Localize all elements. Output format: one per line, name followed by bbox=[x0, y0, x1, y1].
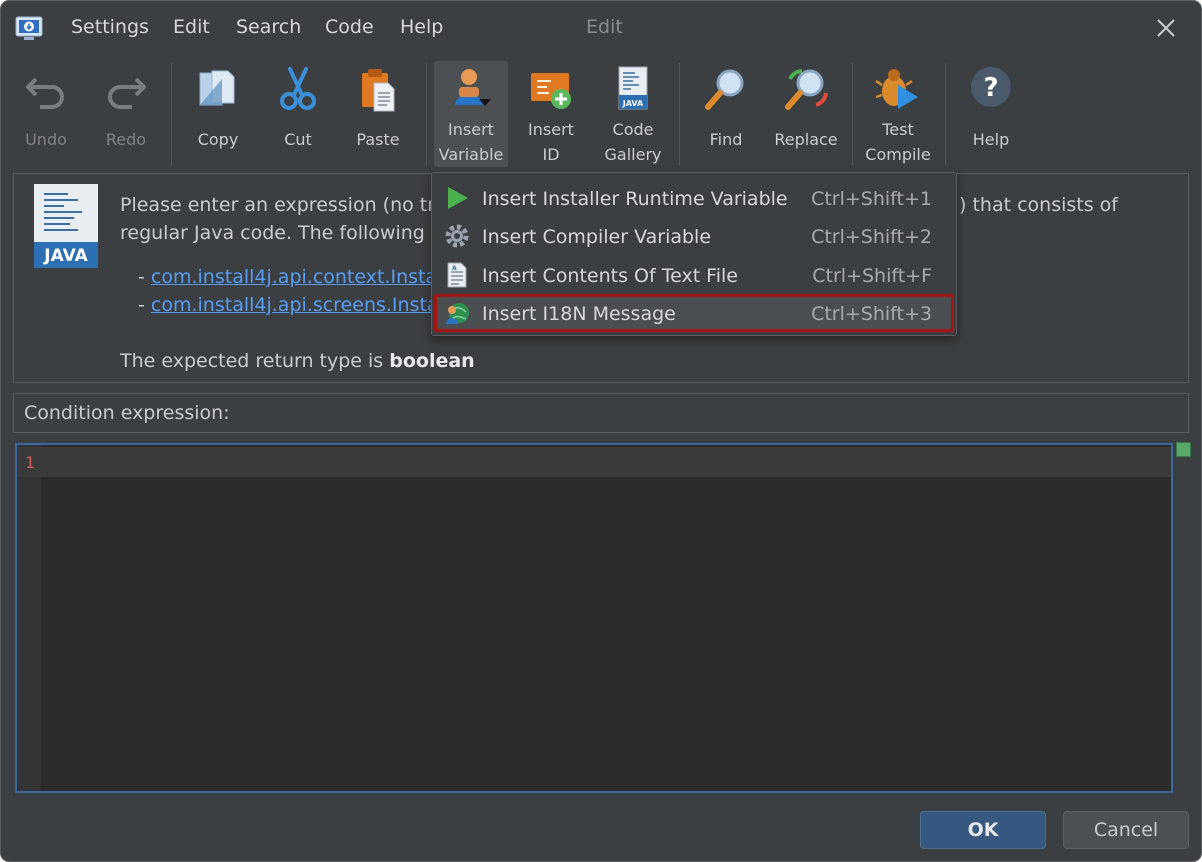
info-link-2-row: - com.install4j.api.screens.Instal bbox=[138, 294, 444, 316]
replace-label: Replace bbox=[774, 130, 838, 149]
java-file-icon: JAVA bbox=[618, 66, 648, 110]
condition-expression-label: Condition expression: bbox=[24, 402, 230, 424]
window-title: Edit bbox=[586, 16, 623, 38]
condition-label-bar: Condition expression: bbox=[13, 393, 1189, 433]
menu-edit[interactable]: Edit bbox=[173, 16, 210, 38]
svg-text:JAVA: JAVA bbox=[622, 99, 644, 108]
return-type-text: The expected return type is boolean bbox=[120, 350, 475, 372]
help-label: Help bbox=[972, 130, 1010, 149]
paste-label: Paste bbox=[356, 130, 400, 149]
test-compile-label-2: Compile bbox=[865, 145, 931, 164]
info-line-1a: Please enter an expression (no tra bbox=[120, 194, 447, 216]
close-icon[interactable] bbox=[1153, 15, 1179, 41]
menu-item-compiler-variable[interactable]: Insert Compiler Variable Ctrl+Shift+2 bbox=[434, 217, 954, 255]
menu-search[interactable]: Search bbox=[236, 16, 301, 38]
text-file-icon: A bbox=[447, 262, 467, 288]
insert-variable-label-1: Insert bbox=[448, 120, 494, 139]
java-icon-text: JAVA bbox=[43, 246, 88, 266]
info-link-1-row: - com.install4j.api.context.Instal bbox=[138, 266, 442, 288]
toolbar-separator bbox=[852, 63, 853, 165]
code-gallery-label-1: Code bbox=[612, 120, 654, 139]
app-monitor-icon bbox=[15, 16, 43, 40]
toolbar-separator bbox=[426, 63, 427, 165]
cut-label: Cut bbox=[284, 130, 312, 149]
insert-variable-dropdown: Insert Installer Runtime Variable Ctrl+S… bbox=[431, 172, 957, 336]
current-line-highlight[interactable] bbox=[41, 447, 1171, 477]
bug-run-icon bbox=[875, 69, 918, 109]
java-document-icon: JAVA bbox=[34, 184, 98, 268]
gear-icon bbox=[445, 224, 469, 248]
insert-variable-label-2: Variable bbox=[438, 145, 504, 164]
help-icon: ? bbox=[971, 67, 1011, 107]
menu-item-label: Insert Compiler Variable bbox=[482, 226, 712, 248]
test-compile-label-1: Test bbox=[882, 120, 914, 139]
menu-help[interactable]: Help bbox=[400, 16, 443, 38]
insert-variable-button[interactable]: Insert Variable bbox=[434, 61, 508, 167]
insert-id-label-1: Insert bbox=[528, 120, 574, 139]
menu-item-installer-runtime-variable[interactable]: Insert Installer Runtime Variable Ctrl+S… bbox=[434, 179, 954, 217]
menu-item-contents-of-text-file[interactable]: A Insert Contents Of Text File Ctrl+Shif… bbox=[434, 256, 954, 294]
code-gallery-button[interactable]: JAVA Code Gallery bbox=[596, 61, 670, 167]
menu-item-shortcut: Ctrl+Shift+1 bbox=[811, 188, 932, 210]
undo-button[interactable]: Undo bbox=[11, 61, 81, 167]
paste-button[interactable]: Paste bbox=[343, 61, 413, 167]
cut-button[interactable]: Cut bbox=[263, 61, 333, 167]
insert-id-button[interactable]: Insert ID bbox=[516, 61, 586, 167]
i18n-globe-user-icon bbox=[446, 303, 469, 324]
toolbar-separator bbox=[679, 63, 680, 165]
error-status-indicator bbox=[1176, 442, 1191, 457]
replace-icon bbox=[785, 69, 828, 110]
play-icon bbox=[448, 187, 468, 209]
code-editor[interactable]: 1 bbox=[15, 443, 1173, 793]
menu-item-label: Insert I18N Message bbox=[482, 303, 676, 325]
redo-button[interactable]: Redo bbox=[91, 61, 161, 167]
info-line-2: regular Java code. The following p bbox=[120, 222, 443, 244]
test-compile-button[interactable]: Test Compile bbox=[861, 61, 935, 167]
insert-id-icon bbox=[531, 73, 571, 109]
find-label: Find bbox=[709, 130, 743, 149]
copy-label: Copy bbox=[197, 130, 239, 149]
menu-item-label: Insert Installer Runtime Variable bbox=[482, 188, 788, 210]
copy-icon bbox=[199, 70, 235, 106]
toolbar-separator bbox=[171, 63, 172, 165]
insert-variable-icon bbox=[455, 69, 491, 106]
magnifier-icon bbox=[705, 69, 744, 110]
title-bar: Settings Edit Search Code Help Edit bbox=[1, 1, 1201, 57]
menu-item-i18n-message[interactable]: Insert I18N Message Ctrl+Shift+3 bbox=[434, 294, 954, 332]
installer-context-link[interactable]: com.install4j.api.context.Instal bbox=[151, 266, 443, 288]
copy-button[interactable]: Copy bbox=[183, 61, 253, 167]
return-type-value: boolean bbox=[389, 350, 475, 372]
return-type-prefix: The expected return type is bbox=[120, 350, 390, 372]
menu-item-shortcut: Ctrl+Shift+3 bbox=[811, 303, 932, 325]
redo-label: Redo bbox=[105, 130, 147, 149]
scissors-icon bbox=[280, 67, 316, 110]
redo-icon bbox=[108, 77, 146, 109]
ok-button[interactable]: OK bbox=[920, 811, 1046, 849]
menu-settings[interactable]: Settings bbox=[71, 16, 149, 38]
installer-screen-link[interactable]: com.install4j.api.screens.Instal bbox=[151, 294, 444, 316]
edit-dialog: Settings Edit Search Code Help Edit Undo… bbox=[0, 0, 1202, 862]
menu-code[interactable]: Code bbox=[325, 16, 374, 38]
help-button[interactable]: ? Help bbox=[956, 61, 1026, 167]
cancel-button[interactable]: Cancel bbox=[1063, 811, 1189, 849]
link-2-prefix: - bbox=[138, 294, 151, 316]
undo-label: Undo bbox=[25, 130, 67, 149]
svg-text:?: ? bbox=[983, 73, 998, 103]
info-line-1b: ) that consists of bbox=[959, 194, 1118, 216]
line-gutter bbox=[17, 445, 41, 791]
undo-icon bbox=[26, 77, 64, 109]
code-gallery-label-2: Gallery bbox=[604, 145, 662, 164]
menu-item-shortcut: Ctrl+Shift+F bbox=[812, 265, 932, 287]
find-button[interactable]: Find bbox=[691, 61, 761, 167]
toolbar-separator bbox=[945, 63, 946, 165]
menu-item-label: Insert Contents Of Text File bbox=[482, 265, 738, 287]
line-number: 1 bbox=[25, 453, 35, 472]
menu-item-shortcut: Ctrl+Shift+2 bbox=[811, 226, 932, 248]
replace-button[interactable]: Replace bbox=[771, 61, 841, 167]
link-1-prefix: - bbox=[138, 266, 151, 288]
insert-id-label-2: ID bbox=[542, 145, 560, 164]
svg-text:A: A bbox=[452, 265, 457, 272]
clipboard-icon bbox=[362, 69, 395, 112]
